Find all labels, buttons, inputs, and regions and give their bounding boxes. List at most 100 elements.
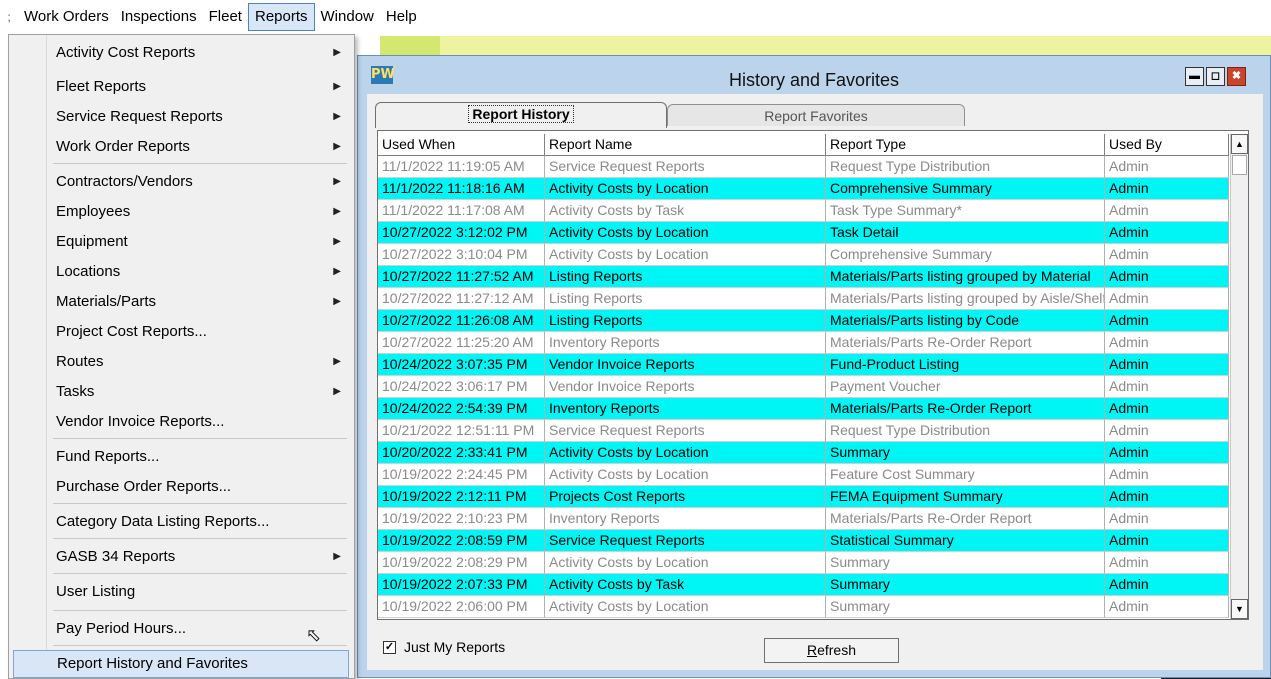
menu-item-gasb-34-reports[interactable]: GASB 34 Reports ▶ (13, 543, 349, 571)
menu-inspections[interactable]: Inspections (115, 3, 203, 31)
menu-item-fleet-reports[interactable]: Fleet Reports ▶ (13, 73, 349, 101)
submenu-arrow-icon: ▶ (333, 356, 341, 367)
scroll-down-arrow-icon[interactable]: ▼ (1231, 599, 1248, 619)
menu-item-activity-cost-reports[interactable]: Activity Cost Reports ▶ (13, 39, 349, 67)
menu-help[interactable]: Help (380, 3, 423, 31)
menu-item-label: Equipment (56, 233, 128, 250)
cell-used-by: Admin (1105, 178, 1229, 200)
menu-item-purchase-order-reports[interactable]: Purchase Order Reports... (13, 473, 349, 501)
table-row[interactable]: 10/19/2022 2:10:23 PM Inventory Reports M… (378, 508, 1229, 530)
menu-item-equipment[interactable]: Equipment ▶ (13, 228, 349, 256)
table-row[interactable]: 11/1/2022 11:19:05 AM Service Request Rep… (378, 156, 1229, 178)
table-row[interactable]: 10/19/2022 2:24:45 PM Activity Costs by L… (378, 464, 1229, 486)
menu-item-contractors-vendors[interactable]: Contractors/Vendors ▶ (13, 168, 349, 196)
cell-used-by: Admin (1105, 222, 1229, 244)
cell-used-when: 10/19/2022 2:08:59 PM (378, 530, 545, 552)
menu-work-orders[interactable]: Work Orders (18, 3, 115, 31)
table-row[interactable]: 10/19/2022 2:07:33 PM Activity Costs by T… (378, 574, 1229, 596)
tab-report-history[interactable]: Report History (375, 102, 667, 128)
cell-report-name: Activity Costs by Location (545, 442, 826, 464)
tab-report-favorites[interactable]: Report Favorites (667, 104, 965, 126)
dialog-titlebar[interactable]: PW History and Favorites ▬ ◻ ✖ (358, 56, 1270, 96)
menu-item-label: Purchase Order Reports... (56, 478, 232, 495)
cell-report-name: Listing Reports (545, 288, 826, 310)
submenu-arrow-icon: ▶ (333, 141, 341, 152)
maximize-button[interactable]: ◻ (1206, 67, 1225, 86)
menu-item-label: Work Order Reports (56, 138, 190, 155)
menu-item-materials-parts[interactable]: Materials/Parts ▶ (13, 288, 349, 316)
column-header-used-when[interactable]: Used When (378, 134, 545, 156)
column-header-used-by[interactable]: Used By (1105, 134, 1229, 156)
scrollbar-thumb[interactable] (1232, 155, 1247, 175)
menu-item-employees[interactable]: Employees ▶ (13, 198, 349, 226)
table-row[interactable]: 10/27/2022 3:12:02 PM Activity Costs by L… (378, 222, 1229, 244)
refresh-button[interactable]: Refresh (764, 638, 899, 663)
menu-item-vendor-invoice-reports[interactable]: Vendor Invoice Reports... (13, 408, 349, 436)
table-row[interactable]: 10/27/2022 11:27:52 AM Listing Reports Mat… (378, 266, 1229, 288)
menu-item-report-history-and-favorites[interactable]: Report History and Favorites (13, 650, 349, 678)
table-row[interactable]: 10/24/2022 2:54:39 PM Inventory Reports M… (378, 398, 1229, 420)
table-row[interactable]: 10/20/2022 2:33:41 PM Activity Costs by L… (378, 442, 1229, 464)
cell-report-name: Activity Costs by Location (545, 464, 826, 486)
column-header-report-name[interactable]: Report Name (545, 134, 826, 156)
cell-report-name: Activity Costs by Task (545, 200, 826, 222)
menu-item-tasks[interactable]: Tasks ▶ (13, 378, 349, 406)
menu-reports[interactable]: Reports (247, 3, 315, 31)
menu-fleet[interactable]: Fleet (203, 3, 248, 31)
menu-item-label: User Listing (56, 583, 136, 600)
cell-used-when: 10/19/2022 2:07:33 PM (378, 574, 545, 596)
menu-overflow-glyph: ; (7, 10, 11, 24)
close-button[interactable]: ✖ (1227, 67, 1246, 86)
menu-item-service-request-reports[interactable]: Service Request Reports ▶ (13, 103, 349, 131)
menu-item-fund-reports[interactable]: Fund Reports... (13, 443, 349, 471)
cell-report-type: Request Type Distribution (826, 420, 1105, 442)
table-row[interactable]: 11/1/2022 11:18:16 AM Activity Costs by L… (378, 178, 1229, 200)
scroll-up-arrow-icon[interactable]: ▲ (1231, 134, 1248, 154)
menu-window[interactable]: Window (315, 3, 380, 31)
cell-report-type: Materials/Parts listing grouped by Mater… (826, 266, 1105, 288)
menu-item-category-data-listing-reports[interactable]: Category Data Listing Reports... (13, 508, 349, 536)
column-header-report-type[interactable]: Report Type (826, 134, 1105, 156)
table-row[interactable]: 10/19/2022 2:06:00 PM Activity Costs by L… (378, 596, 1229, 618)
menu-item-project-cost-reports[interactable]: Project Cost Reports... (13, 318, 349, 346)
checkbox-check-icon[interactable]: ✓ (383, 640, 396, 654)
menu-item-pay-period-hours[interactable]: Pay Period Hours... (13, 615, 349, 643)
menu-item-routes[interactable]: Routes ▶ (13, 348, 349, 376)
table-row[interactable]: 11/1/2022 11:17:08 AM Activity Costs by T… (378, 200, 1229, 222)
menu-item-work-order-reports[interactable]: Work Order Reports ▶ (13, 133, 349, 161)
cell-report-type: Materials/Parts listing grouped by Aisle… (826, 288, 1105, 310)
just-my-reports-checkbox[interactable]: ✓ Just My Reports (383, 637, 505, 657)
cell-report-type: Fund-Product Listing (826, 354, 1105, 376)
cell-report-name: Service Request Reports (545, 530, 826, 552)
table-row[interactable]: 10/21/2022 12:51:11 PM Service Request Re… (378, 420, 1229, 442)
table-row[interactable]: 10/24/2022 3:06:17 PM Vendor Invoice Repo… (378, 376, 1229, 398)
cell-used-when: 10/24/2022 3:06:17 PM (378, 376, 545, 398)
table-row[interactable]: 10/19/2022 2:08:29 PM Activity Costs by L… (378, 552, 1229, 574)
minimize-button[interactable]: ▬ (1185, 67, 1204, 86)
submenu-arrow-icon: ▶ (333, 176, 341, 187)
cell-used-when: 10/21/2022 12:51:11 PM (378, 420, 545, 442)
cell-used-when: 10/27/2022 11:25:20 AM (378, 332, 545, 354)
menu-item-user-listing[interactable]: User Listing (13, 578, 349, 606)
menu-separator (53, 163, 347, 164)
table-row[interactable]: 10/27/2022 11:25:20 AM Inventory Reports… (378, 332, 1229, 354)
cell-report-name: Activity Costs by Task (545, 574, 826, 596)
cell-used-when: 10/27/2022 11:26:08 AM (378, 310, 545, 332)
menu-item-label: Fund Reports... (56, 448, 160, 465)
table-row[interactable]: 10/24/2022 3:07:35 PM Vendor Invoice Repo… (378, 354, 1229, 376)
cell-used-when: 10/27/2022 11:27:52 AM (378, 266, 545, 288)
menu-item-label: Routes (56, 353, 104, 370)
table-row[interactable]: 10/19/2022 2:08:59 PM Service Request Rep… (378, 530, 1229, 552)
menu-item-label: Materials/Parts (56, 293, 157, 310)
table-row[interactable]: 10/27/2022 11:27:12 AM Listing Reports Mat… (378, 288, 1229, 310)
menu-item-locations[interactable]: Locations ▶ (13, 258, 349, 286)
cell-used-when: 10/24/2022 2:54:39 PM (378, 398, 545, 420)
table-row[interactable]: 10/27/2022 3:10:04 PM Activity Costs by L… (378, 244, 1229, 266)
cell-used-by: Admin (1105, 354, 1229, 376)
cell-used-when: 10/19/2022 2:06:00 PM (378, 596, 545, 618)
table-row[interactable]: 10/27/2022 11:26:08 AM Listing Reports Mat… (378, 310, 1229, 332)
menu-separator (53, 438, 347, 439)
menu-item-label: Pay Period Hours... (56, 620, 187, 637)
grid-vertical-scrollbar[interactable]: ▲ ▼ (1230, 134, 1248, 619)
table-row[interactable]: 10/19/2022 2:12:11 PM Projects Cost Repor… (378, 486, 1229, 508)
